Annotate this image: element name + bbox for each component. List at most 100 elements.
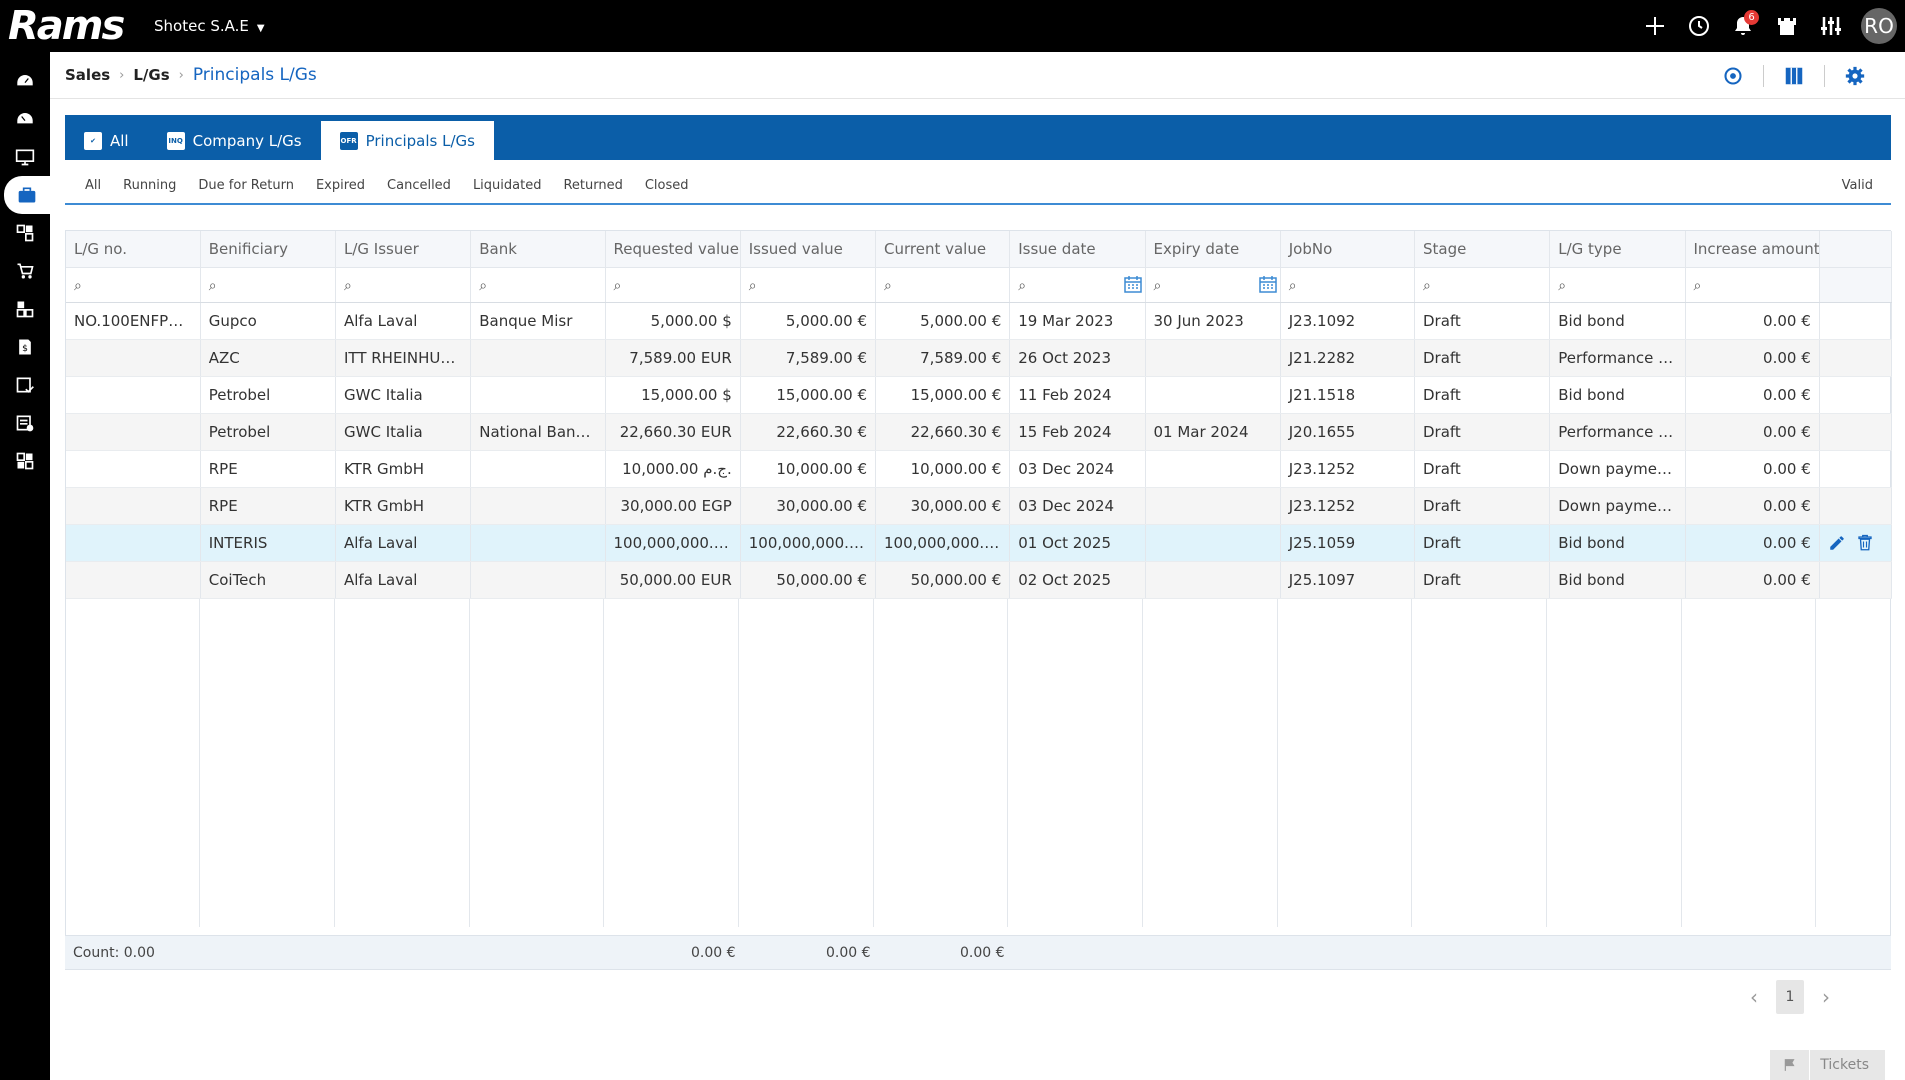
notifications-bell-icon[interactable]: 6 (1721, 0, 1765, 52)
cart-icon[interactable] (0, 252, 50, 290)
filter-running[interactable]: Running (123, 178, 176, 193)
history-icon[interactable] (1677, 0, 1721, 52)
app-logo[interactable]: Rams (0, 0, 150, 52)
next-page-icon[interactable]: › (1822, 985, 1830, 1009)
cell-issued: 100,000,000.00 € (740, 524, 877, 562)
page-1[interactable]: 1 (1776, 980, 1804, 1014)
gear-icon[interactable] (1825, 52, 1885, 99)
dashboard-2-icon[interactable] (0, 100, 50, 138)
table-row[interactable]: NO.100ENFP230... Gupco Alfa Laval Banque… (66, 302, 1893, 340)
pagination: ‹ 1 › (1750, 980, 1830, 1014)
col-expiry-date[interactable]: Expiry date (1145, 231, 1281, 268)
reports-icon[interactable] (0, 404, 50, 442)
cell-issued: 5,000.00 € (740, 302, 877, 340)
cell-lg-type: Bid bond (1549, 376, 1686, 414)
castle-icon[interactable] (1765, 0, 1809, 52)
filter-expiry-date[interactable]: ⌕ (1145, 267, 1281, 303)
col-current-value[interactable]: Current value (875, 231, 1011, 268)
cell-issued: 7,589.00 € (740, 339, 877, 377)
tab-company-lgs[interactable]: INQ Company L/Gs (148, 121, 321, 160)
user-avatar[interactable]: RO (1861, 8, 1897, 44)
columns-icon[interactable] (1764, 52, 1824, 99)
cell-issuer: Alfa Laval (335, 561, 472, 599)
grid-settings-icon[interactable] (0, 442, 50, 480)
chevron-down-icon: ▼ (256, 22, 265, 34)
table-row[interactable]: RPE KTR GmbH 30,000.00 EGP 30,000.00 € 3… (66, 487, 1893, 525)
col-bank[interactable]: Bank (470, 231, 606, 268)
table-row[interactable]: RPE KTR GmbH 10,000.00 ج.م. 10,000.00 € … (66, 450, 1893, 488)
table-row[interactable]: Petrobel GWC Italia National Bank O... 2… (66, 413, 1893, 451)
cell-expiry-date: 01 Mar 2024 (1145, 413, 1281, 451)
col-lg-no[interactable]: L/G no. (66, 231, 201, 268)
col-job-no[interactable]: JobNo (1280, 231, 1416, 268)
col-beneficiary[interactable]: Benificiary (200, 231, 337, 268)
delete-trash-icon[interactable] (1856, 534, 1874, 552)
filter-due-for-return[interactable]: Due for Return (198, 178, 294, 193)
col-issued-value[interactable]: Issued value (740, 231, 877, 268)
filter-job-no[interactable]: ⌕ (1280, 267, 1416, 303)
monitor-icon[interactable] (0, 138, 50, 176)
filter-all[interactable]: All (85, 178, 101, 193)
tab-principals-lgs[interactable]: OFR Principals L/Gs (320, 121, 494, 160)
tab-label: Company L/Gs (192, 131, 302, 150)
cell-actions (1819, 339, 1893, 377)
filter-issued-value[interactable]: ⌕ (740, 267, 877, 303)
tab-label: Principals L/Gs (365, 131, 475, 150)
col-requested-value[interactable]: Requested value (605, 231, 741, 268)
add-icon[interactable] (1633, 0, 1677, 52)
table-row-selected[interactable]: INTERIS Alfa Laval 100,000,000.00 ... 10… (66, 524, 1893, 562)
filter-returned[interactable]: Returned (563, 178, 622, 193)
stock-icon[interactable] (0, 290, 50, 328)
prev-page-icon[interactable]: ‹ (1750, 985, 1758, 1009)
filter-stage[interactable]: ⌕ (1414, 267, 1551, 303)
filter-expired[interactable]: Expired (316, 178, 365, 193)
briefcase-icon[interactable] (4, 176, 50, 214)
filter-beneficiary[interactable]: ⌕ (200, 267, 337, 303)
cell-issuer: GWC Italia (335, 413, 472, 451)
col-lg-issuer[interactable]: L/G Issuer (335, 231, 472, 268)
tickets-button[interactable]: Tickets (1770, 1050, 1885, 1080)
cell-current: 50,000.00 € (875, 561, 1011, 599)
filter-current-value[interactable]: ⌕ (875, 267, 1011, 303)
filter-cancelled[interactable]: Cancelled (387, 178, 451, 193)
filter-lg-no[interactable]: ⌕ (66, 267, 201, 303)
search-icon: ⌕ (613, 277, 622, 294)
tab-all[interactable]: ✔ All (65, 121, 148, 160)
filter-actions (1819, 267, 1893, 303)
table-row[interactable]: Petrobel GWC Italia 15,000.00 $ 15,000.0… (66, 376, 1893, 414)
col-lg-type[interactable]: L/G type (1549, 231, 1686, 268)
table-row[interactable]: CoiTech Alfa Laval 50,000.00 EUR 50,000.… (66, 561, 1893, 599)
filter-lg-type[interactable]: ⌕ (1549, 267, 1686, 303)
dashboard-icon[interactable] (0, 62, 50, 100)
col-issue-date[interactable]: Issue date (1009, 231, 1146, 268)
col-increase-amount[interactable]: Increase amount (1685, 231, 1820, 268)
cell-beneficiary: RPE (200, 450, 337, 488)
cell-actions (1819, 450, 1893, 488)
filter-bank[interactable]: ⌕ (470, 267, 606, 303)
cell-increase: 0.00 € (1685, 413, 1820, 451)
page-title: Principals L/Gs (192, 65, 317, 85)
settings-sliders-icon[interactable] (1809, 0, 1853, 52)
calendar-icon[interactable] (1123, 275, 1142, 293)
company-selector[interactable]: Shotec S.A.E ▼ (154, 17, 265, 35)
approvals-icon[interactable] (0, 366, 50, 404)
refresh-icon[interactable] (1703, 52, 1763, 99)
breadcrumb-lgs[interactable]: L/Gs (133, 66, 169, 84)
cell-expiry-date (1145, 450, 1281, 488)
cell-bank (470, 339, 606, 377)
filter-liquidated[interactable]: Liquidated (473, 178, 542, 193)
filter-increase-amount[interactable]: ⌕ (1685, 267, 1820, 303)
col-stage[interactable]: Stage (1414, 231, 1551, 268)
filter-valid[interactable]: Valid (1842, 178, 1873, 193)
notifications-badge: 6 (1744, 10, 1759, 25)
filter-requested-value[interactable]: ⌕ (605, 267, 741, 303)
filter-closed[interactable]: Closed (645, 178, 689, 193)
finance-icon[interactable]: $ (0, 328, 50, 366)
calendar-icon[interactable] (1259, 275, 1277, 293)
modules-icon[interactable] (0, 214, 50, 252)
filter-issue-date[interactable]: ⌕ (1009, 267, 1146, 303)
table-row[interactable]: AZC ITT RHEINHUTTE 7,589.00 EUR 7,589.00… (66, 339, 1893, 377)
breadcrumb-sales[interactable]: Sales (65, 66, 110, 84)
edit-pencil-icon[interactable] (1828, 534, 1846, 552)
filter-lg-issuer[interactable]: ⌕ (335, 267, 472, 303)
